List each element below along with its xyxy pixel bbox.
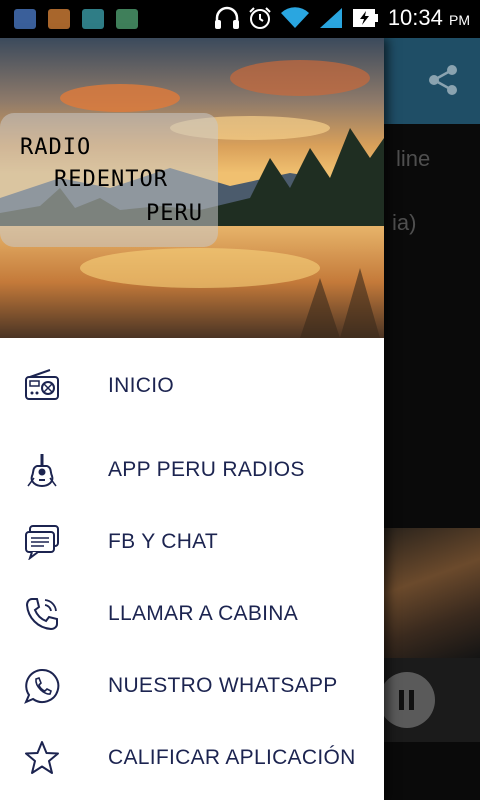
signal-icon — [319, 8, 342, 28]
menu-item-llamar-a-cabina[interactable]: LLAMAR A CABINA — [0, 578, 384, 650]
radio-icon — [25, 369, 59, 400]
star-icon — [25, 741, 59, 774]
alarm-icon — [249, 7, 271, 29]
menu-item-inicio[interactable]: INICIO — [0, 338, 384, 434]
menu-label-llamar-a-cabina: LLAMAR A CABINA — [108, 602, 299, 625]
usb-icon — [14, 9, 36, 29]
background-photo — [384, 528, 480, 658]
whatsapp-icon — [24, 668, 60, 704]
clock-time: 10:34 — [387, 5, 443, 30]
menu-label-fb-y-chat: FB Y CHAT — [108, 530, 219, 553]
headphones-icon — [214, 6, 239, 29]
menu-label-app-peru-radios: APP PERU RADIOS — [108, 458, 305, 481]
phone-icon — [25, 598, 58, 631]
menu-label-inicio: INICIO — [108, 374, 174, 397]
background-app: line ia) — [379, 38, 480, 800]
drawer-menu: INICIO APP PERU RADIOS FB Y CHAT LLAMAR … — [0, 338, 384, 794]
image-icon — [82, 9, 104, 29]
menu-item-app-peru-radios[interactable]: APP PERU RADIOS — [0, 434, 384, 506]
logo-line-3: PERU — [146, 201, 203, 226]
menu-item-fb-y-chat[interactable]: FB Y CHAT — [0, 506, 384, 578]
status-bar: 10:34 PM — [0, 0, 480, 38]
clock: 10:34 PM — [388, 5, 470, 31]
background-text-2: ia) — [392, 210, 417, 235]
chat-icon — [25, 525, 59, 560]
guitar-icon — [27, 454, 57, 488]
battery-icon — [352, 9, 378, 27]
menu-item-calificar-aplicacion[interactable]: CALIFICAR APLICACIÓN — [0, 722, 384, 794]
share-icon[interactable] — [428, 64, 458, 96]
pause-icon — [399, 690, 414, 710]
background-text-1: line — [396, 146, 431, 171]
gallery-icon — [48, 9, 70, 29]
menu-label-calificar-aplicacion: CALIFICAR APLICACIÓN — [108, 746, 356, 769]
android-icon — [116, 9, 138, 29]
menu-item-nuestro-whatsapp[interactable]: NUESTRO WHATSAPP — [0, 650, 384, 722]
pause-button[interactable] — [379, 672, 435, 728]
drawer-header: RADIO REDENTOR PERU — [0, 38, 384, 338]
clock-ampm: PM — [449, 12, 470, 28]
app-toolbar — [384, 38, 480, 124]
menu-label-nuestro-whatsapp: NUESTRO WHATSAPP — [108, 674, 338, 697]
player-bar — [379, 658, 480, 742]
logo-line-2: REDENTOR — [54, 167, 168, 192]
logo-line-1: RADIO — [20, 135, 92, 160]
wifi-icon — [280, 7, 309, 29]
logo-card: RADIO REDENTOR PERU — [0, 113, 218, 247]
navigation-drawer: RADIO REDENTOR PERU INICIO APP PERU RADI… — [0, 38, 384, 800]
